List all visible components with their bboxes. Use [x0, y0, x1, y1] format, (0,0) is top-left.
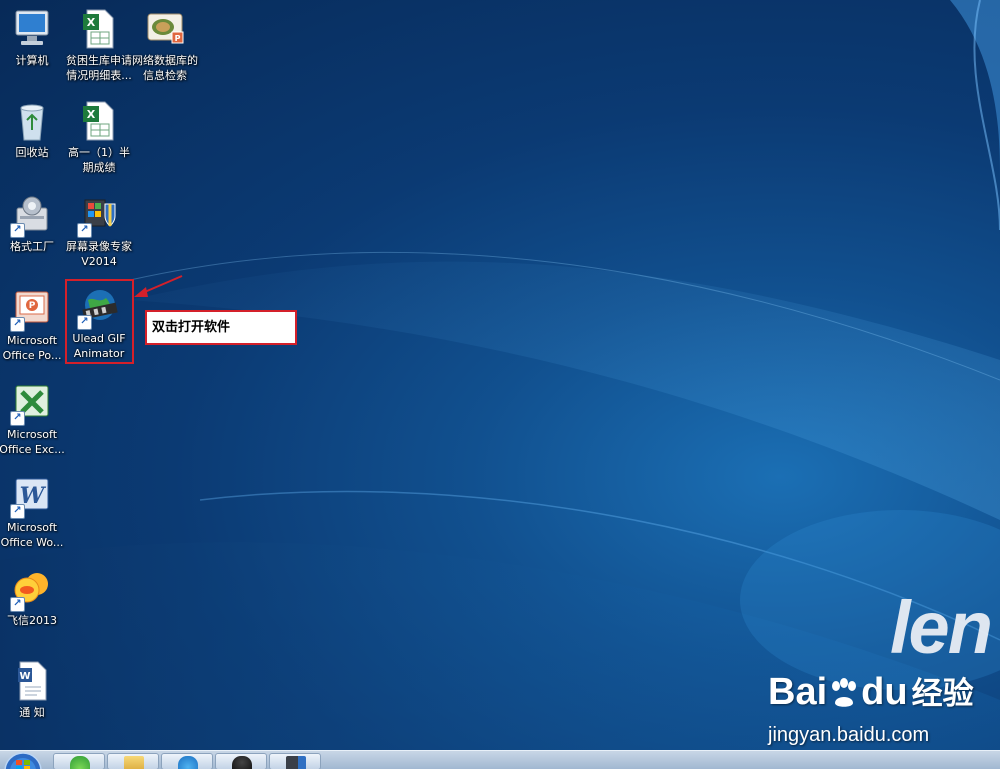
taskbar[interactable]	[0, 750, 1000, 769]
desktop-icon-notice[interactable]: W 通 知	[0, 660, 68, 720]
callout-label: 双击打开软件	[145, 310, 297, 345]
desktop-icon-label: 屏幕录像专家 V2014	[66, 240, 132, 268]
svg-text:W: W	[19, 671, 30, 682]
screen-recorder-icon: ↗	[77, 194, 119, 238]
powerpoint-icon: P ↗	[10, 288, 52, 332]
computer-icon	[12, 8, 52, 50]
taskbar-file-explorer[interactable]	[107, 753, 159, 769]
taskbar-360-browser[interactable]	[53, 753, 105, 769]
taskbar-qq[interactable]	[215, 753, 267, 769]
shortcut-arrow-icon: ↗	[10, 411, 25, 426]
lenovo-logo: len	[890, 586, 993, 669]
excel-file-icon: X	[79, 8, 119, 50]
baidu-logo-du: du	[861, 671, 908, 713]
baidu-logo-jingyan: 经验	[911, 676, 974, 712]
word-icon: W ↗	[10, 475, 52, 519]
baidu-paw-icon	[832, 677, 857, 707]
desktop-icon-label: 飞信2013	[7, 614, 57, 627]
format-factory-icon: ↗	[10, 194, 52, 238]
shortcut-arrow-icon: ↗	[10, 504, 25, 519]
svg-text:P: P	[175, 34, 181, 43]
ppt-file-icon: P	[145, 8, 185, 50]
desktop-icon-label: 贫困生库申请 情况明细表...	[66, 54, 132, 82]
desktop-icon-label: Microsoft Office Wo...	[0, 521, 64, 549]
desktop-icon-fetion[interactable]: ↗ 飞信2013	[0, 568, 68, 628]
qq-icon	[232, 756, 252, 769]
shortcut-arrow-icon: ↗	[77, 223, 92, 238]
desktop-icon-powerpoint[interactable]: P ↗ Microsoft Office Po...	[0, 288, 68, 363]
svg-text:X: X	[87, 16, 96, 29]
shortcut-arrow-icon: ↗	[10, 317, 25, 332]
desktop-icon-recycle-bin[interactable]: 回收站	[0, 100, 68, 160]
baidu-jingyan-url: jingyan.baidu.com	[768, 724, 930, 746]
desktop-icon-label: Microsoft Office Po...	[2, 334, 62, 362]
start-button[interactable]	[0, 750, 46, 769]
screen-recorder-icon	[286, 756, 306, 769]
baidu-jingyan-logo: Bai du 经验	[768, 668, 974, 714]
svg-text:X: X	[87, 108, 96, 121]
excel-icon: ↗	[10, 382, 52, 426]
excel-file-icon: X	[79, 100, 119, 142]
taskbar-screen-recorder[interactable]	[269, 753, 321, 769]
baidu-logo-bai: Bai	[768, 671, 828, 713]
kugou-icon	[178, 756, 198, 769]
desktop-icon-label: 回收站	[15, 146, 49, 159]
desktop-icon-grade-sheet[interactable]: X 高一（1）半 期成绩	[63, 100, 135, 175]
desktop-icon-word[interactable]: W ↗ Microsoft Office Wo...	[0, 475, 68, 550]
arrow-annotation	[134, 275, 183, 297]
shortcut-arrow-icon: ↗	[10, 223, 25, 238]
desktop-icon-label: 通 知	[19, 706, 45, 719]
shortcut-arrow-icon: ↗	[10, 597, 25, 612]
desktop-icon-network-database[interactable]: P 网络数据库的 信息检索	[129, 8, 201, 83]
desktop-icon-label: 网络数据库的 信息检索	[132, 54, 198, 82]
highlight-box	[65, 279, 134, 364]
svg-text:P: P	[29, 301, 36, 311]
wallpaper	[0, 0, 1000, 769]
taskbar-kugou[interactable]	[161, 753, 213, 769]
desktop-icon-computer[interactable]: 计算机	[0, 8, 68, 68]
desktop-icon-label: 高一（1）半 期成绩	[68, 146, 130, 174]
desktop-icon-label: Microsoft Office Exc...	[0, 428, 65, 456]
desktop-icon-label: 计算机	[15, 54, 49, 67]
desktop-icon-poor-student-list[interactable]: X 贫困生库申请 情况明细表...	[63, 8, 135, 83]
word-file-icon: W	[12, 660, 52, 702]
recycle-bin-icon	[12, 100, 52, 142]
fetion-icon: ↗	[10, 568, 52, 612]
desktop-icon-format-factory[interactable]: ↗ 格式工厂	[0, 194, 68, 254]
desktop-icon-label: 格式工厂	[10, 240, 54, 253]
file-explorer-icon	[124, 756, 144, 769]
desktop[interactable]: 计算机 回收站 ↗ 格式工厂 P ↗ Microsoft Office Po..…	[0, 0, 1000, 769]
desktop-icon-excel[interactable]: ↗ Microsoft Office Exc...	[0, 382, 68, 457]
desktop-icon-screen-recorder[interactable]: ↗ 屏幕录像专家 V2014	[63, 194, 135, 269]
360-browser-icon	[70, 756, 90, 769]
